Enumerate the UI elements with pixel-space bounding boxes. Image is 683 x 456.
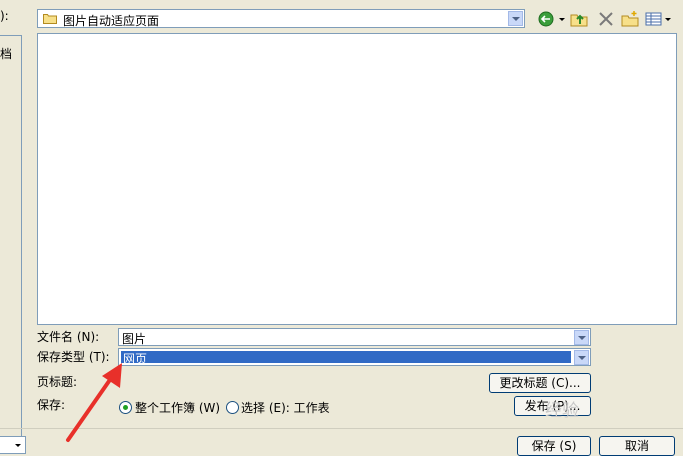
workbook-option-label[interactable]: 整个工作簿 (W) (135, 399, 220, 416)
look-in-label-fragment: ): (0, 9, 9, 23)
tools-dropdown[interactable] (0, 436, 26, 454)
change-title-button[interactable]: 更改标题 (C)... (489, 373, 591, 393)
up-folder-icon[interactable] (570, 10, 588, 28)
selected-option-highlight: 网页 (121, 351, 571, 366)
file-list[interactable] (37, 33, 677, 325)
delete-icon[interactable] (598, 10, 614, 28)
location-dropdown[interactable]: 图片自动适应页面 (37, 9, 525, 28)
cancel-button[interactable]: 取消 (599, 436, 675, 456)
views-icon[interactable] (645, 10, 673, 28)
watermark-text: 经验 (545, 401, 579, 421)
chevron-down-icon[interactable] (508, 11, 523, 26)
folder-icon (43, 14, 57, 24)
file-name-label: 文件名 (N): (37, 330, 100, 344)
save-type-dropdown[interactable]: 网页 (118, 348, 591, 366)
save-button[interactable]: 保存 (S) (517, 436, 591, 456)
back-icon[interactable] (537, 10, 567, 28)
selection-option-label[interactable]: 选择 (E): 工作表 (241, 399, 330, 416)
sidebar-item-label[interactable]: 档 (0, 45, 12, 62)
location-value: 图片自动适应页面 (63, 14, 160, 28)
file-name-value: 图片 (122, 332, 147, 346)
file-name-field[interactable]: 图片 (118, 328, 591, 346)
radio-selection[interactable] (226, 401, 239, 414)
chevron-down-icon[interactable] (574, 330, 589, 345)
annotation-arrow-icon (66, 363, 122, 442)
places-sidebar[interactable] (0, 35, 22, 437)
new-folder-icon[interactable] (621, 10, 639, 28)
chevron-down-icon[interactable] (574, 350, 589, 365)
